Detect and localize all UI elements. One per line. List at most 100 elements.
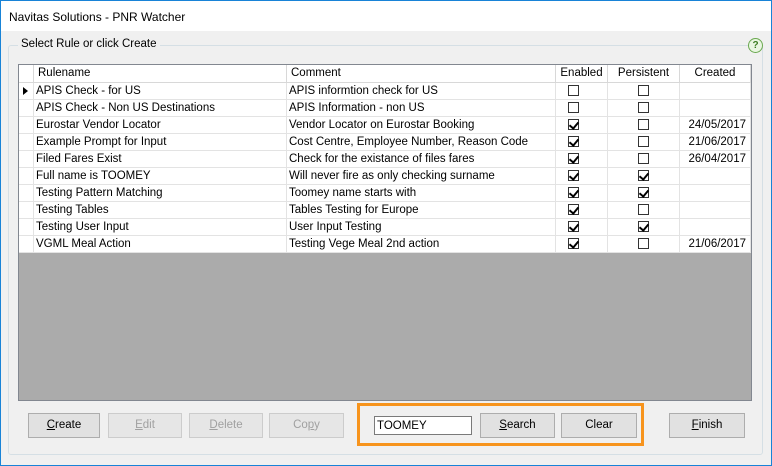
comment-cell[interactable]: Testing Vege Meal 2nd action [287, 236, 556, 253]
comment-cell[interactable]: Will never fire as only checking surname [287, 168, 556, 185]
search-input[interactable] [374, 416, 472, 435]
persistent-cell[interactable] [608, 236, 680, 253]
created-cell[interactable] [680, 202, 751, 219]
created-cell[interactable]: 26/04/2017 [680, 151, 751, 168]
table-row[interactable]: APIS Check - Non US Destinations APIS Inf… [19, 100, 751, 117]
enabled-checkbox[interactable] [568, 204, 580, 215]
created-cell[interactable] [680, 185, 751, 202]
persistent-cell[interactable] [608, 168, 680, 185]
persistent-cell[interactable] [608, 202, 680, 219]
finish-button[interactable]: Finish [669, 413, 745, 438]
enabled-cell[interactable] [556, 219, 608, 236]
persistent-checkbox[interactable] [638, 119, 649, 130]
table-row[interactable]: Testing Tables Tables Testing for Europe [19, 202, 751, 219]
row-header[interactable] [19, 168, 34, 185]
copy-button[interactable]: Copy [269, 413, 344, 438]
table-row[interactable]: Testing User Input User Input Testing [19, 219, 751, 236]
row-header[interactable] [19, 202, 34, 219]
persistent-cell[interactable] [608, 83, 680, 100]
persistent-checkbox[interactable] [638, 170, 650, 181]
persistent-checkbox[interactable] [638, 136, 649, 147]
enabled-checkbox[interactable] [568, 102, 579, 113]
rulename-cell[interactable]: Eurostar Vendor Locator [34, 117, 287, 134]
created-cell[interactable] [680, 83, 751, 100]
persistent-cell[interactable] [608, 151, 680, 168]
created-cell[interactable]: 21/06/2017 [680, 236, 751, 253]
enabled-checkbox[interactable] [568, 119, 580, 130]
comment-cell[interactable]: APIS Information - non US [287, 100, 556, 117]
edit-button[interactable]: Edit [108, 413, 182, 438]
enabled-checkbox[interactable] [568, 136, 580, 147]
persistent-cell[interactable] [608, 185, 680, 202]
row-header[interactable] [19, 236, 34, 253]
enabled-checkbox[interactable] [568, 221, 580, 232]
comment-cell[interactable]: Vendor Locator on Eurostar Booking [287, 117, 556, 134]
table-row[interactable]: Example Prompt for Input Cost Centre, Emp… [19, 134, 751, 151]
delete-button[interactable]: Delete [189, 413, 263, 438]
row-header[interactable] [19, 117, 34, 134]
column-header-created[interactable]: Created [680, 65, 751, 82]
created-cell[interactable] [680, 168, 751, 185]
search-button[interactable]: Search [480, 413, 555, 438]
enabled-cell[interactable] [556, 117, 608, 134]
comment-cell[interactable]: Tables Testing for Europe [287, 202, 556, 219]
row-header[interactable] [19, 219, 34, 236]
persistent-checkbox[interactable] [638, 85, 649, 96]
table-row[interactable]: Full name is TOOMEY Will never fire as on… [19, 168, 751, 185]
comment-cell[interactable]: Toomey name starts with [287, 185, 556, 202]
persistent-checkbox[interactable] [638, 221, 650, 232]
persistent-checkbox[interactable] [638, 187, 650, 198]
persistent-checkbox[interactable] [638, 238, 649, 249]
rulename-cell[interactable]: VGML Meal Action [34, 236, 287, 253]
table-row[interactable]: Filed Fares Exist Check for the existance… [19, 151, 751, 168]
clear-button[interactable]: Clear [561, 413, 637, 438]
row-header[interactable] [19, 151, 34, 168]
rulename-cell[interactable]: Full name is TOOMEY [34, 168, 287, 185]
rulename-cell[interactable]: Example Prompt for Input [34, 134, 287, 151]
enabled-cell[interactable] [556, 83, 608, 100]
created-cell[interactable] [680, 100, 751, 117]
persistent-cell[interactable] [608, 134, 680, 151]
table-row[interactable]: Testing Pattern Matching Toomey name star… [19, 185, 751, 202]
rulename-cell[interactable]: APIS Check - for US [34, 83, 287, 100]
created-cell[interactable]: 21/06/2017 [680, 134, 751, 151]
rulename-cell[interactable]: Testing Pattern Matching [34, 185, 287, 202]
row-header[interactable] [19, 134, 34, 151]
enabled-cell[interactable] [556, 185, 608, 202]
table-row[interactable]: APIS Check - for US APIS informtion check… [19, 83, 751, 100]
column-header-comment[interactable]: Comment [287, 65, 556, 82]
enabled-checkbox[interactable] [568, 85, 579, 96]
enabled-checkbox[interactable] [568, 170, 580, 181]
persistent-checkbox[interactable] [638, 102, 649, 113]
persistent-checkbox[interactable] [638, 153, 649, 164]
enabled-cell[interactable] [556, 202, 608, 219]
persistent-cell[interactable] [608, 219, 680, 236]
row-header[interactable] [19, 185, 34, 202]
create-button[interactable]: Create [28, 413, 100, 438]
created-cell[interactable] [680, 219, 751, 236]
rulename-cell[interactable]: Filed Fares Exist [34, 151, 287, 168]
comment-cell[interactable]: User Input Testing [287, 219, 556, 236]
persistent-cell[interactable] [608, 100, 680, 117]
help-icon[interactable]: ? [748, 38, 763, 53]
created-cell[interactable]: 24/05/2017 [680, 117, 751, 134]
table-row[interactable]: Eurostar Vendor Locator Vendor Locator on… [19, 117, 751, 134]
column-header-persistent[interactable]: Persistent [608, 65, 680, 82]
row-header[interactable] [19, 100, 34, 117]
comment-cell[interactable]: APIS informtion check for US [287, 83, 556, 100]
persistent-checkbox[interactable] [638, 204, 649, 215]
enabled-checkbox[interactable] [568, 187, 580, 198]
rulename-cell[interactable]: Testing Tables [34, 202, 287, 219]
enabled-checkbox[interactable] [568, 238, 580, 249]
enabled-checkbox[interactable] [568, 153, 580, 164]
row-header[interactable] [19, 83, 34, 100]
enabled-cell[interactable] [556, 151, 608, 168]
table-row[interactable]: VGML Meal Action Testing Vege Meal 2nd ac… [19, 236, 751, 253]
rules-grid[interactable]: Rulename Comment Enabled Persistent Crea… [18, 64, 752, 401]
persistent-cell[interactable] [608, 117, 680, 134]
comment-cell[interactable]: Cost Centre, Employee Number, Reason Cod… [287, 134, 556, 151]
enabled-cell[interactable] [556, 134, 608, 151]
rulename-cell[interactable]: Testing User Input [34, 219, 287, 236]
rulename-cell[interactable]: APIS Check - Non US Destinations [34, 100, 287, 117]
enabled-cell[interactable] [556, 236, 608, 253]
